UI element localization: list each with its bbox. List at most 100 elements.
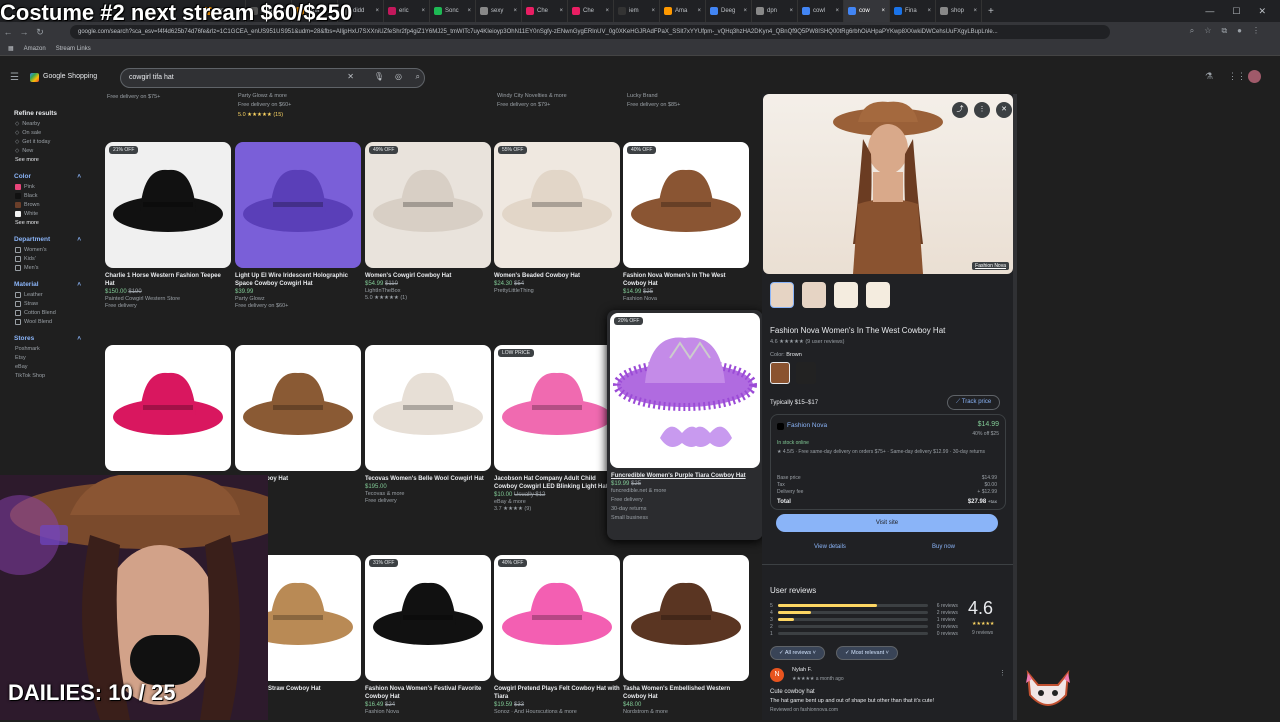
tab-close-icon[interactable]: × <box>697 8 701 14</box>
rating-bar-row[interactable]: 10 reviews <box>770 630 958 637</box>
product-image[interactable]: 40% OFF <box>494 555 620 681</box>
panel-scrollbar[interactable] <box>1013 94 1017 720</box>
buy-now-button[interactable]: Buy now <box>932 544 955 550</box>
product-card[interactable]: Light Up El Wire Iridescent Holographic … <box>235 142 361 309</box>
sidebar.stores-option[interactable]: TikTok Shop <box>15 373 95 379</box>
tab-close-icon[interactable]: × <box>559 8 563 14</box>
product-title[interactable]: Women's Beaded Cowboy Hat <box>494 272 620 280</box>
color-option[interactable]: Black <box>15 193 95 199</box>
sidebar.depts-option[interactable]: Kids' <box>15 256 95 262</box>
tab-close-icon[interactable]: × <box>605 8 609 14</box>
tab-close-icon[interactable]: × <box>421 8 425 14</box>
url-field[interactable]: google.com/search?sca_esv=f4f4d625b74d76… <box>70 25 1110 39</box>
back-icon[interactable]: ← <box>0 27 16 37</box>
thumbnail-image[interactable] <box>834 282 858 308</box>
color-swatch-brown[interactable] <box>770 362 790 384</box>
all-reviews-filter[interactable]: ✓ All reviews ˅ <box>770 646 825 660</box>
tab-close-icon[interactable]: × <box>375 8 379 14</box>
product-title[interactable]: Tecovas Women's Belle Wool Cowgirl Hat <box>365 475 491 483</box>
tab-close-icon[interactable]: × <box>927 8 931 14</box>
sidebar.stores-option[interactable]: eBay <box>15 364 95 370</box>
product-image[interactable]: 55% OFF <box>494 142 620 268</box>
product-card[interactable] <box>105 345 231 471</box>
bookmark-star-icon[interactable]: ☆ <box>1204 26 1211 36</box>
extensions-icon[interactable]: ⧉ <box>1221 26 1227 36</box>
forward-icon[interactable]: → <box>16 27 32 37</box>
brand-label[interactable]: Google Shopping <box>43 73 97 80</box>
image-source-label[interactable]: Fashion Nova <box>972 262 1009 270</box>
color-swatch-black[interactable] <box>796 362 816 384</box>
profile-icon[interactable]: ● <box>1237 26 1242 36</box>
browser-tab[interactable]: Deeg × <box>706 0 752 22</box>
sidebar.materials-option[interactable]: Wool Blend <box>15 319 95 325</box>
product-image[interactable]: 49% OFF <box>365 142 491 268</box>
refine-option[interactable]: ◇ Get it today <box>15 139 95 145</box>
voice-search-icon[interactable]: 🎙 <box>374 72 384 81</box>
tab-close-icon[interactable]: × <box>651 8 655 14</box>
sidebar.materials-option[interactable]: Straw <box>15 301 95 307</box>
tab-close-icon[interactable]: × <box>467 8 471 14</box>
product-card[interactable]: 40% OFF Cowgirl Pretend Plays Felt Cowboy… <box>494 555 620 715</box>
clear-search-icon[interactable]: ✕ <box>347 72 354 81</box>
maximize-icon[interactable]: ☐ <box>1232 6 1240 17</box>
product-image[interactable] <box>623 555 749 681</box>
view-details-button[interactable]: View details <box>814 544 846 550</box>
product-title[interactable]: Light Up El Wire Iridescent Holographic … <box>235 272 361 288</box>
browser-tab[interactable]: Che × <box>568 0 614 22</box>
tab-close-icon[interactable]: × <box>881 8 885 14</box>
hamburger-menu-icon[interactable]: ☰ <box>10 72 19 83</box>
close-window-icon[interactable]: ✕ <box>1258 6 1266 17</box>
minimize-icon[interactable]: — <box>1205 6 1214 16</box>
search-icon[interactable]: ⌕ <box>416 72 420 82</box>
offer-store-name[interactable]: Fashion Nova <box>787 422 827 429</box>
product-title[interactable]: Tasha Women's Embellished Western Cowboy… <box>623 685 749 701</box>
menu-dots-icon[interactable]: ⋮ <box>1252 26 1260 36</box>
product-image[interactable] <box>365 345 491 471</box>
bookmark-amazon[interactable]: Amazon <box>24 46 46 52</box>
track-price-button[interactable]: ⟋ Track price <box>947 395 1001 410</box>
sidebar.depts-option[interactable]: Men's <box>15 265 95 271</box>
browser-tab[interactable]: cow × <box>844 0 890 22</box>
browser-tab[interactable]: eric × <box>384 0 430 22</box>
share-icon[interactable]: ⤴ <box>952 102 968 118</box>
product-card[interactable]: 31% OFF Fashion Nova Women's Festival Fav… <box>365 555 491 715</box>
browser-tab[interactable]: cowl × <box>798 0 844 22</box>
browser-tab[interactable]: shop × <box>936 0 982 22</box>
product-card[interactable]: 55% OFF Women's Beaded Cowboy Hat $24.30 $… <box>494 142 620 294</box>
browser-tab[interactable]: Sonc × <box>430 0 476 22</box>
sidebar.stores-option[interactable]: Poshmark <box>15 346 95 352</box>
product-image[interactable] <box>105 345 231 471</box>
browser-tab[interactable]: Che × <box>522 0 568 22</box>
product-card[interactable]: 40% OFF Fashion Nova Women's In The West … <box>623 142 749 302</box>
more-options-icon[interactable]: ⋮ <box>974 102 990 118</box>
browser-tab[interactable]: sexy × <box>476 0 522 22</box>
department-heading[interactable]: Department ˄ <box>14 236 95 243</box>
material-heading[interactable]: Material ˄ <box>14 281 95 288</box>
product-card[interactable]: Tecovas Women's Belle Wool Cowgirl Hat $1… <box>365 345 491 504</box>
tab-close-icon[interactable]: × <box>789 8 793 14</box>
visit-site-button[interactable]: Visit site <box>776 514 998 532</box>
new-tab-icon[interactable]: + <box>982 6 994 17</box>
product-title[interactable]: Women's Cowgirl Cowboy Hat <box>365 272 491 280</box>
main-product-image[interactable]: ⤴ ⋮ ✕ Fashion Nova <box>763 94 1013 274</box>
most-relevant-filter[interactable]: ✓ Most relevant ˅ <box>836 646 898 660</box>
product-card[interactable]: LOW PRICE Jacobson Hat Company Adult Chil… <box>494 345 620 512</box>
search-input[interactable]: cowgirl tifa hat ✕ 🎙 ◎ ⌕ <box>120 68 425 88</box>
tab-close-icon[interactable]: × <box>835 8 839 14</box>
lens-search-icon[interactable]: ◎ <box>395 72 402 81</box>
product-title[interactable]: Cowgirl Pretend Plays Felt Cowboy Hat wi… <box>494 685 620 701</box>
browser-tab[interactable]: Fina × <box>890 0 936 22</box>
apps-icon[interactable]: ▦ <box>8 45 14 52</box>
thumbnail-image[interactable] <box>770 282 794 308</box>
product-image[interactable] <box>235 142 361 268</box>
tab-close-icon[interactable]: × <box>973 8 977 14</box>
color-option[interactable]: Brown <box>15 202 95 208</box>
thumbnail-image[interactable] <box>802 282 826 308</box>
checkbox[interactable] <box>15 319 21 325</box>
sidebar.depts-option[interactable]: Women's <box>15 247 95 253</box>
product-title[interactable]: Fashion Nova Women's Festival Favorite C… <box>365 685 491 701</box>
product-title[interactable]: Funcredible Women's Purple Tiara Cowboy … <box>611 472 759 480</box>
review-more-icon[interactable]: ⋮ <box>999 669 1006 677</box>
see-more-link[interactable]: See more <box>15 220 95 226</box>
product-card[interactable]: Tasha Women's Embellished Western Cowboy… <box>623 555 749 715</box>
